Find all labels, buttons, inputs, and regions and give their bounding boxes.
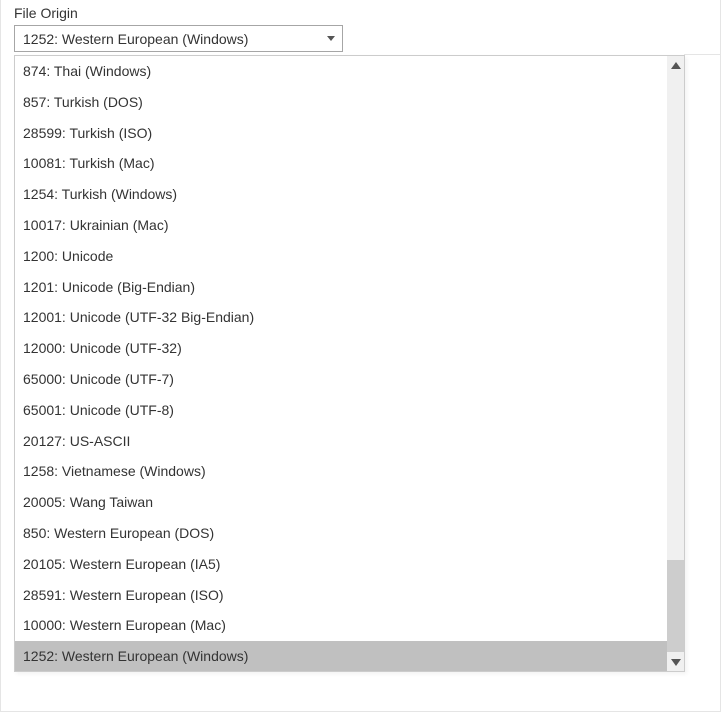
dropdown-option[interactable]: 12000: Unicode (UTF-32) [15, 333, 667, 364]
file-origin-combobox[interactable]: 1252: Western European (Windows) [14, 25, 343, 52]
file-origin-selected-value: 1252: Western European (Windows) [23, 31, 320, 47]
scroll-thumb[interactable] [667, 560, 684, 652]
dropdown-option[interactable]: 28599: Turkish (ISO) [15, 118, 667, 149]
dropdown-option[interactable]: 1252: Western European (Windows) [15, 641, 667, 671]
file-origin-field: File Origin 1252: Western European (Wind… [14, 5, 343, 52]
chevron-down-icon[interactable] [320, 26, 342, 51]
dropdown-option[interactable]: 28591: Western European (ISO) [15, 580, 667, 611]
dropdown-option[interactable]: 10081: Turkish (Mac) [15, 148, 667, 179]
dropdown-option[interactable]: 1258: Vietnamese (Windows) [15, 456, 667, 487]
file-origin-dropdown-list: 874: Thai (Windows)857: Turkish (DOS)285… [14, 55, 685, 672]
dropdown-option[interactable]: 850: Western European (DOS) [15, 518, 667, 549]
scroll-track[interactable] [667, 74, 684, 653]
dropdown-option[interactable]: 65000: Unicode (UTF-7) [15, 364, 667, 395]
dropdown-option[interactable]: 65001: Unicode (UTF-8) [15, 395, 667, 426]
dropdown-option[interactable]: 20105: Western European (IA5) [15, 549, 667, 580]
divider [684, 54, 720, 55]
scrollbar[interactable] [667, 56, 684, 671]
dropdown-option[interactable]: 20127: US-ASCII [15, 426, 667, 457]
dropdown-option[interactable]: 12001: Unicode (UTF-32 Big-Endian) [15, 302, 667, 333]
dropdown-option[interactable]: 1254: Turkish (Windows) [15, 179, 667, 210]
dropdown-option[interactable]: 10000: Western European (Mac) [15, 610, 667, 641]
dropdown-option[interactable]: 874: Thai (Windows) [15, 56, 667, 87]
dropdown-option[interactable]: 10017: Ukrainian (Mac) [15, 210, 667, 241]
scroll-up-button[interactable] [667, 56, 684, 74]
dropdown-items-container: 874: Thai (Windows)857: Turkish (DOS)285… [15, 56, 667, 671]
dropdown-option[interactable]: 857: Turkish (DOS) [15, 87, 667, 118]
dropdown-option[interactable]: 1201: Unicode (Big-Endian) [15, 272, 667, 303]
scroll-down-button[interactable] [667, 653, 684, 671]
dropdown-option[interactable]: 1200: Unicode [15, 241, 667, 272]
dropdown-option[interactable]: 20005: Wang Taiwan [15, 487, 667, 518]
file-origin-label: File Origin [14, 5, 343, 21]
